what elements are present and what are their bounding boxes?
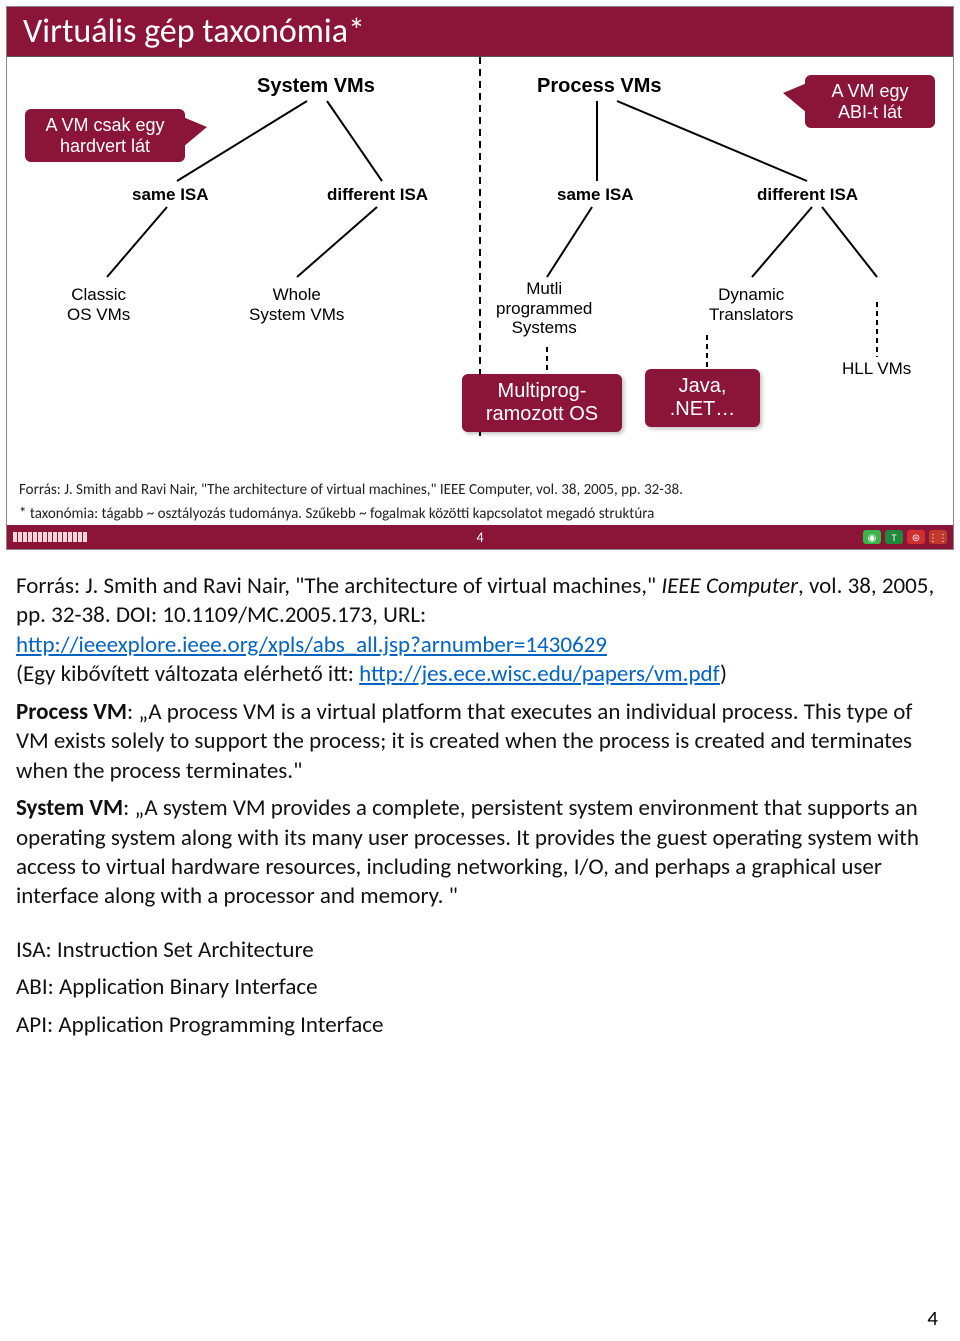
- node-multiprogrammed: MutliprogrammedSystems: [496, 279, 592, 338]
- taxonomy-diagram: A VM csak egyhardvert lát A VM egyABI-t …: [7, 57, 953, 477]
- notes-section: Forrás: J. Smith and Ravi Nair, "The arc…: [0, 556, 960, 1060]
- footer-bubble-icon: ⊜: [907, 530, 925, 544]
- document-page-number: 4: [927, 1305, 938, 1331]
- notes-process-vm: Process VM: „A process VM is a virtual p…: [16, 698, 944, 786]
- notes-citation: Forrás: J. Smith and Ravi Nair, "The arc…: [16, 572, 944, 690]
- callout-process-vms: A VM egyABI-t lát: [805, 75, 935, 128]
- node-hll-vms: HLL VMs: [842, 359, 911, 379]
- slide-footnote: * taxonómia: tágabb ~ osztályozás tudomá…: [7, 501, 953, 525]
- callout-tail-icon: [183, 117, 207, 147]
- node-diff-isa-1: different ISA: [327, 185, 428, 205]
- node-same-isa-2: same ISA: [557, 185, 634, 205]
- acronym-api: API: Application Programming Interface: [16, 1011, 944, 1040]
- callout-tail-icon: [783, 83, 807, 113]
- node-dynamic-translators: DynamicTranslators: [709, 285, 793, 324]
- box-java-net: Java,.NET…: [645, 369, 760, 427]
- footer-bubble-icon: ⋮⋮: [929, 530, 947, 544]
- footer-bubble-icon: T: [885, 530, 903, 544]
- node-classic-os-vms: ClassicOS VMs: [67, 285, 130, 324]
- slide-source: Forrás: J. Smith and Ravi Nair, "The arc…: [7, 477, 953, 501]
- slide-thumbnail: Virtuális gép taxonómia* A VM csak egyha…: [6, 6, 954, 550]
- footer-logo-icon: [7, 532, 87, 542]
- node-whole-system-vms: WholeSystem VMs: [249, 285, 344, 324]
- footer-bubble-icon: ◉: [863, 530, 881, 544]
- callout-text: A VM egyABI-t lát: [831, 81, 908, 122]
- box-multiprog-os: Multiprog-ramozott OS: [462, 374, 622, 432]
- link-ieee[interactable]: http://ieeexplore.ieee.org/xpls/abs_all.…: [16, 631, 607, 659]
- callout-system-vms: A VM csak egyhardvert lát: [25, 109, 185, 162]
- node-same-isa-1: same ISA: [132, 185, 209, 205]
- slide-page-number: 4: [476, 529, 483, 546]
- acronym-abi: ABI: Application Binary Interface: [16, 973, 944, 1002]
- node-system-vms: System VMs: [257, 75, 375, 98]
- slide-title: Virtuális gép taxonómia*: [7, 7, 953, 57]
- link-wisc-pdf[interactable]: http://jes.ece.wisc.edu/papers/vm.pdf: [359, 660, 720, 688]
- notes-system-vm: System VM: „A system VM provides a compl…: [16, 794, 944, 912]
- footer-icons: ◉ T ⊜ ⋮⋮: [863, 530, 947, 544]
- callout-text: A VM csak egyhardvert lát: [45, 115, 164, 156]
- acronym-isa: ISA: Instruction Set Architecture: [16, 936, 944, 965]
- node-process-vms: Process VMs: [537, 75, 662, 98]
- node-diff-isa-2: different ISA: [757, 185, 858, 205]
- slide-footer: 4 ◉ T ⊜ ⋮⋮: [7, 525, 953, 549]
